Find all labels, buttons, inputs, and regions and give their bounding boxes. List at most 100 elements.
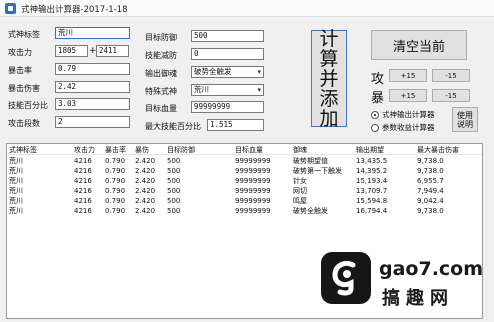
- skill-input[interactable]: 3.03: [55, 98, 130, 110]
- atk-plus15-button[interactable]: +15: [389, 69, 427, 82]
- table-cell: 网切: [293, 187, 307, 195]
- mode-option-label: 参数收益计算器: [382, 123, 435, 132]
- table-row[interactable]: 荒川 4216 0.790 2.420 500 99999999 鸣屋 15,594.8 9,0…: [7, 196, 482, 206]
- table-cell: 7,949.4: [417, 187, 444, 195]
- table-cell: 荒川: [9, 157, 23, 165]
- col-header: 御魂: [293, 146, 307, 154]
- col-header: 输出期望: [356, 146, 384, 154]
- yuhun-label: 输出御魂: [145, 69, 177, 78]
- table-cell: 荒川: [9, 167, 23, 175]
- table-cell: 13,709.7: [356, 187, 388, 195]
- window-title: 式神输出计算器-2017-1-18: [21, 5, 128, 15]
- table-row[interactable]: 荒川 4216 0.790 2.420 500 99999999 破势第一下触发 14,395…: [7, 166, 482, 176]
- table-header: 式神标签 攻击力 暴击率 暴伤 目标防御 目标血量 御魂 输出期望 最大暴击伤害: [7, 145, 482, 155]
- mode-radio-output[interactable]: 式神输出计算器: [371, 109, 435, 120]
- calc-char: 计: [319, 27, 339, 50]
- table-cell: 0.790: [105, 197, 126, 205]
- table-cell: 荒川: [9, 187, 23, 195]
- table-cell: 破势期望值: [293, 157, 328, 165]
- yuhun-select[interactable]: 破势全触发 ▾: [191, 66, 264, 78]
- table-cell: 500: [167, 167, 181, 175]
- clear-button[interactable]: 清空当前: [371, 30, 467, 60]
- maxskill-input[interactable]: 1.515: [207, 119, 264, 131]
- table-row[interactable]: 荒川 4216 0.790 2.420 500 99999999 针女 15,193.4 6,9…: [7, 176, 482, 186]
- table-cell: 2.420: [135, 197, 156, 205]
- table-cell: 99999999: [235, 167, 271, 175]
- def-label: 目标防御: [145, 33, 177, 42]
- table-cell: 0.790: [105, 167, 126, 175]
- table-cell: 4216: [74, 197, 92, 205]
- mode-radio-param[interactable]: 参数收益计算器: [371, 122, 435, 133]
- g-mark-icon: [332, 260, 356, 296]
- hp-label: 目标血量: [145, 104, 177, 113]
- chevron-down-icon: ▾: [257, 86, 261, 94]
- atk-bonus-input[interactable]: 2411: [96, 45, 129, 57]
- table-cell: 2.420: [135, 177, 156, 185]
- table-cell: 13,435.5: [356, 157, 388, 165]
- table-cell: 针女: [293, 177, 307, 185]
- table-cell: 9,738.0: [417, 167, 444, 175]
- hits-label: 攻击段数: [8, 119, 40, 128]
- adjust-crit-label: 暴: [371, 91, 385, 106]
- gao7-logo-icon: [321, 252, 371, 304]
- table-row[interactable]: 荒川 4216 0.790 2.420 500 99999999 破势期望值 13,435.5…: [7, 156, 482, 166]
- adjust-atk-label: 攻: [371, 72, 385, 87]
- table-cell: 荒川: [9, 207, 23, 215]
- table-cell: 0.790: [105, 177, 126, 185]
- app-icon: [5, 3, 16, 14]
- special-select[interactable]: 荒川 ▾: [191, 84, 264, 96]
- table-cell: 2.420: [135, 187, 156, 195]
- col-header: 攻击力: [74, 146, 95, 154]
- critdmg-input[interactable]: 2.42: [55, 81, 130, 93]
- col-header: 最大暴击伤害: [417, 146, 459, 154]
- table-cell: 破势全触发: [293, 207, 328, 215]
- table-cell: 99999999: [235, 197, 271, 205]
- atk-base-input[interactable]: 1805: [55, 45, 88, 57]
- calculate-add-button[interactable]: 计 算 并 添 加: [311, 27, 347, 130]
- yuhun-selected: 破势全触发: [194, 67, 232, 76]
- table-cell: 4216: [74, 177, 92, 185]
- table-cell: 9,042.4: [417, 197, 444, 205]
- help-line: 使用: [457, 110, 473, 120]
- atk-minus15-button[interactable]: -15: [432, 69, 470, 82]
- table-cell: 0.790: [105, 207, 126, 215]
- col-header: 目标血量: [235, 146, 263, 154]
- table-cell: 2.420: [135, 167, 156, 175]
- table-cell: 鸣屋: [293, 197, 307, 205]
- table-cell: 14,395.2: [356, 167, 388, 175]
- crit-plus15-button[interactable]: +15: [389, 89, 427, 102]
- hits-input[interactable]: 2: [55, 116, 130, 128]
- critdmg-label: 暴击伤害: [8, 84, 40, 93]
- help-button[interactable]: 使用 说明: [452, 107, 478, 132]
- radio-checked-icon: [371, 110, 379, 119]
- special-label: 特殊式神: [145, 87, 177, 96]
- name-label: 式神标签: [8, 30, 40, 39]
- table-cell: 500: [167, 177, 181, 185]
- reduce-input[interactable]: 0: [191, 48, 264, 60]
- table-cell: 荒川: [9, 177, 23, 185]
- table-row[interactable]: 荒川 4216 0.790 2.420 500 99999999 破势全触发 16,794.4…: [7, 206, 482, 216]
- crit-minus15-button[interactable]: -15: [432, 89, 470, 102]
- chevron-down-icon: ▾: [257, 68, 261, 76]
- table-cell: 16,794.4: [356, 207, 388, 215]
- table-cell: 500: [167, 197, 181, 205]
- calc-char: 算: [319, 47, 339, 70]
- crit-input[interactable]: 0.79: [55, 63, 130, 75]
- table-cell: 0.790: [105, 187, 126, 195]
- table-cell: 99999999: [235, 157, 271, 165]
- skill-label: 技能百分比: [8, 101, 48, 110]
- table-cell: 破势第一下触发: [293, 167, 342, 175]
- calc-char: 添: [319, 87, 339, 110]
- def-input[interactable]: 500: [191, 30, 264, 42]
- col-header: 暴伤: [135, 146, 149, 154]
- col-header: 式神标签: [9, 146, 37, 154]
- table-cell: 15,193.4: [356, 177, 388, 185]
- table-cell: 500: [167, 157, 181, 165]
- table-cell: 2.420: [135, 157, 156, 165]
- hp-input[interactable]: 99999999: [191, 101, 264, 113]
- table-row[interactable]: 荒川 4216 0.790 2.420 500 99999999 网切 13,709.7 7,9…: [7, 186, 482, 196]
- atk-label: 攻击力: [8, 48, 32, 57]
- table-cell: 荒川: [9, 197, 23, 205]
- calc-char: 加: [319, 107, 339, 130]
- name-input[interactable]: 荒川: [55, 27, 130, 39]
